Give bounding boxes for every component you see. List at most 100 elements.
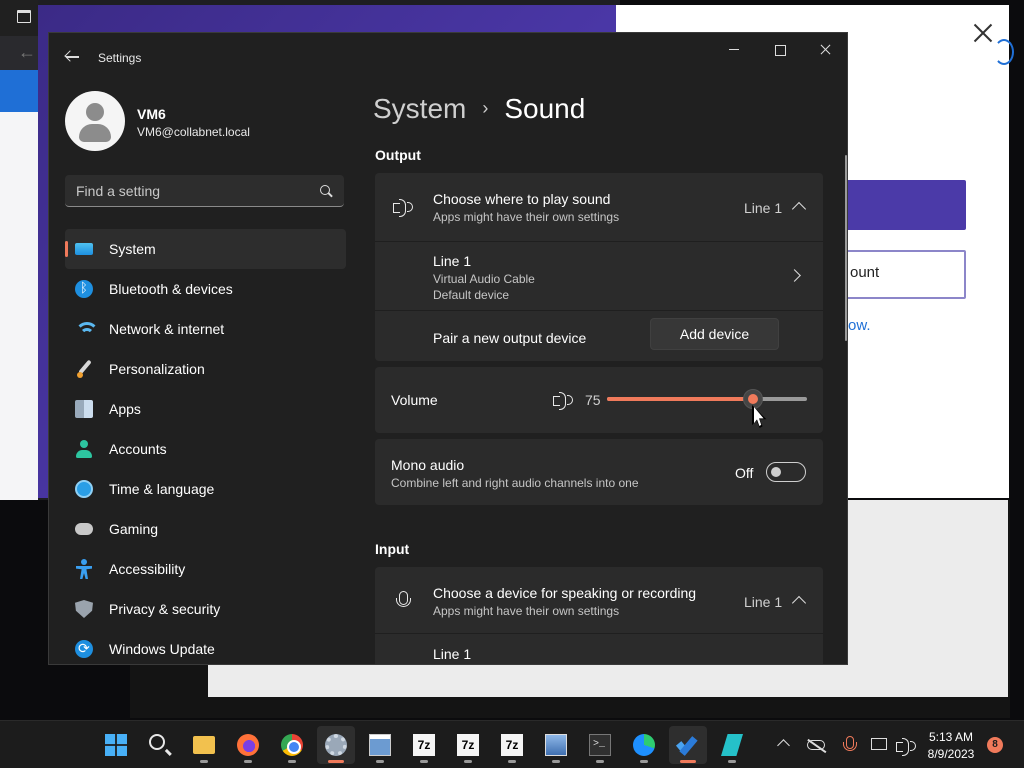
divider [375,633,823,634]
minimize-button[interactable] [711,33,757,65]
search-input[interactable] [65,175,315,206]
volume-speaker-icon[interactable] [553,392,573,410]
search-icon [149,734,165,750]
taskbar-7zip-1[interactable]: 7z [405,726,443,764]
taskbar-7zip-2[interactable]: 7z [449,726,487,764]
scrollbar[interactable] [845,155,847,341]
breadcrumb-parent[interactable]: System [373,93,466,124]
volume-slider-fill [607,397,753,401]
background-white-strip [0,112,38,500]
gamepad-icon [75,523,93,535]
output-section-label: Output [375,147,421,163]
avatar[interactable] [65,91,125,151]
volume-slider[interactable] [607,389,807,409]
taskbar-chrome[interactable] [273,726,311,764]
chevron-up-icon[interactable] [791,595,807,611]
update-icon [75,640,93,658]
firefox-icon [237,734,259,756]
dialog-account-button[interactable]: ount [846,250,966,299]
mono-audio-toggle[interactable] [766,462,806,482]
dialog-primary-button[interactable] [846,180,966,230]
sidebar-item-accounts[interactable]: Accounts [65,429,346,469]
person-icon [75,440,93,458]
dialog-close-icon[interactable] [971,21,995,45]
taskbar-resource-monitor[interactable] [361,726,399,764]
globe-clock-icon [75,480,93,498]
sidebar-item-network[interactable]: Network & internet [65,309,346,349]
sidebar-item-gaming[interactable]: Gaming [65,509,346,549]
output-choose-subtitle: Apps might have their own settings [433,210,620,224]
search-box[interactable] [65,175,344,207]
pair-output-label: Pair a new output device [433,330,587,346]
cloud-offline-icon[interactable] [807,740,825,750]
input-choose-row[interactable]: Choose a device for speaking or recordin… [375,567,823,633]
sidebar-nav: System Bluetooth & devices Network & int… [65,229,346,664]
settings-window: Settings VM6 VM6@collabnet.local System … [48,32,848,665]
clock-time[interactable]: 5:13 AM [926,730,976,744]
sidebar-item-label: Gaming [109,521,159,537]
taskbar-remote-desktop[interactable] [537,726,575,764]
brush-icon [75,360,93,378]
apps-icon [75,400,93,418]
output-device-row[interactable]: Line 1 Virtual Audio Cable Default devic… [375,242,823,310]
speaker-icon [393,199,413,217]
input-device-name[interactable]: Line 1 [433,646,471,662]
profile-email: VM6@collabnet.local [137,125,250,139]
breadcrumb: System › Sound [373,93,585,125]
search-icon[interactable] [320,185,330,195]
add-device-button[interactable]: Add device [650,318,779,350]
taskbar-firefox[interactable] [229,726,267,764]
network-icon[interactable] [871,738,887,750]
input-card: Choose a device for speaking or recordin… [375,567,823,664]
input-choose-title: Choose a device for speaking or recordin… [433,585,697,601]
mono-audio-card: Mono audio Combine left and right audio … [375,439,823,505]
mono-audio-state: Off [735,465,754,481]
output-choose-row[interactable]: Choose where to play sound Apps might ha… [375,173,823,241]
sidebar-item-label: Accounts [109,441,167,457]
taskbar-edge[interactable] [625,726,663,764]
dialog-link[interactable]: ow. [848,317,871,334]
output-device-desc: Virtual Audio Cable [433,272,535,286]
taskbar-todo[interactable] [669,726,707,764]
sidebar-item-label: Privacy & security [109,601,221,617]
sidebar-item-windows-update[interactable]: Windows Update [65,629,346,664]
mono-audio-subtitle: Combine left and right audio channels in… [391,476,639,490]
taskbar-teal-app[interactable] [713,726,751,764]
microphone-icon [395,591,411,611]
titlebar: Settings [49,33,847,81]
sidebar-item-time-language[interactable]: Time & language [65,469,346,509]
notification-badge[interactable]: 8 [987,737,1003,753]
chrome-icon [281,734,303,756]
taskbar-search-button[interactable] [141,726,179,764]
shield-icon [75,600,93,618]
taskbar-terminal[interactable]: >_ [581,726,619,764]
maximize-button[interactable] [757,33,803,65]
taskbar-settings[interactable] [317,726,355,764]
taskbar-start-button[interactable] [97,726,135,764]
chevron-up-icon[interactable] [791,201,807,217]
sidebar-item-label: Personalization [109,361,205,377]
sidebar-item-bluetooth[interactable]: Bluetooth & devices [65,269,346,309]
sidebar-item-accessibility[interactable]: Accessibility [65,549,346,589]
volume-card: Volume 75 [375,367,823,433]
sidebar-item-label: Windows Update [109,641,215,657]
output-selected-device: Line 1 [744,200,783,216]
app-icon [721,734,743,756]
output-device-name: Line 1 [433,253,472,269]
sidebar-item-privacy[interactable]: Privacy & security [65,589,346,629]
clock-date[interactable]: 8/9/2023 [920,747,982,761]
sidebar-item-personalization[interactable]: Personalization [65,349,346,389]
taskbar: 7z 7z 7z >_ 5:13 AM 8/9/2023 8 [0,720,1024,768]
sidebar-item-system[interactable]: System [65,229,346,269]
taskbar-7zip-3[interactable]: 7z [493,726,531,764]
folder-icon [193,736,215,754]
microphone-icon[interactable] [842,736,860,752]
chevron-up-icon[interactable] [777,739,790,752]
sidebar-item-apps[interactable]: Apps [65,389,346,429]
sidebar-item-label: Apps [109,401,141,417]
taskbar-file-explorer[interactable] [185,726,223,764]
back-arrow-icon[interactable] [65,49,81,65]
close-button[interactable] [803,33,847,65]
output-device-status: Default device [433,288,510,302]
speaker-icon[interactable] [896,738,916,756]
